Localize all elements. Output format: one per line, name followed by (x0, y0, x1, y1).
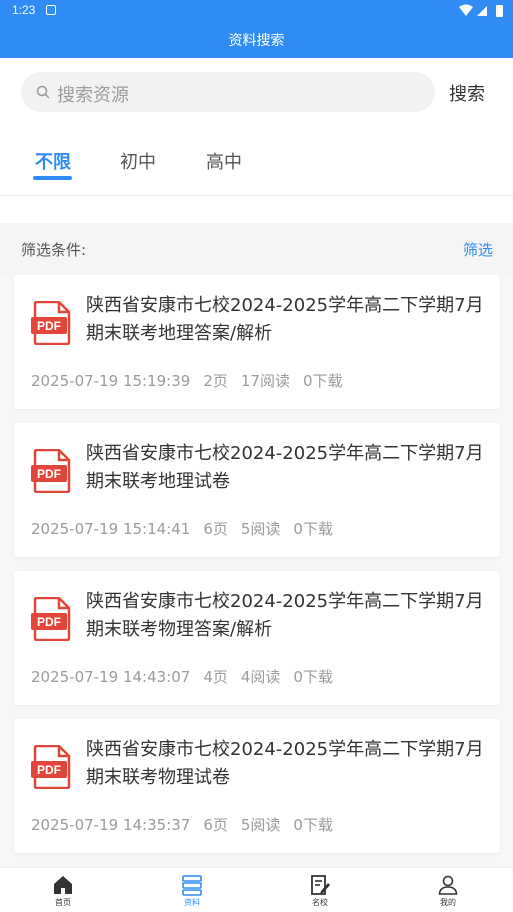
item-pages: 6页 (203, 520, 228, 538)
item-downloads: 0下载 (293, 816, 333, 834)
nav-home[interactable]: 首页 (23, 874, 103, 908)
list-item[interactable]: PDF 陕西省安康市七校2024-2025学年高二下学期7月期末联考物理试卷 2… (14, 719, 500, 853)
bottom-nav: 首页 资料 名校 我的 (0, 867, 513, 912)
svg-text:PDF: PDF (37, 763, 61, 777)
item-title: 陕西省安康市七校2024-2025学年高二下学期7月期末联考地理答案/解析 (86, 295, 484, 344)
item-reads: 5阅读 (240, 520, 281, 538)
item-reads: 4阅读 (240, 668, 281, 686)
tab-senior-high[interactable]: 高中 (206, 148, 242, 174)
filter-bar: 筛选条件: 筛选 (0, 223, 513, 275)
svg-text:PDF: PDF (37, 615, 61, 629)
active-tab-indicator (33, 176, 72, 180)
search-icon (36, 85, 50, 99)
system-status-icons (459, 4, 503, 17)
nav-label: 资料 (184, 898, 200, 907)
signal-icon (477, 6, 487, 16)
list-item[interactable]: PDF 陕西省安康市七校2024-2025学年高二下学期7月期末联考物理答案/解… (14, 571, 500, 705)
list-item[interactable]: PDF 陕西省安康市七校2024-2025学年高二下学期7月期末联考地理答案/解… (14, 275, 500, 409)
status-time: 1:23 (12, 3, 36, 17)
wifi-icon (459, 4, 473, 16)
nav-materials[interactable]: 资料 (152, 874, 232, 908)
nav-schools[interactable]: 名校 (280, 874, 360, 908)
home-icon (54, 876, 72, 894)
search-input[interactable]: 搜索资源 (21, 72, 435, 112)
school-icon (311, 875, 330, 895)
item-reads: 17阅读 (240, 372, 290, 390)
divider (0, 195, 513, 196)
materials-icon (182, 875, 202, 896)
battery-icon (496, 5, 503, 17)
list-item[interactable]: PDF 陕西省安康市七校2024-2025学年高二下学期7月期末联考地理试卷 2… (14, 423, 500, 557)
resource-list: PDF 陕西省安康市七校2024-2025学年高二下学期7月期末联考地理答案/解… (0, 275, 513, 867)
tab-junior-high[interactable]: 初中 (120, 148, 156, 174)
pdf-icon: PDF (31, 597, 71, 641)
item-date: 2025-07-19 15:14:41 (31, 520, 191, 538)
nav-label: 首页 (55, 898, 71, 907)
item-reads: 5阅读 (240, 816, 281, 834)
nav-label: 我的 (440, 898, 456, 907)
item-date: 2025-07-19 14:35:37 (31, 816, 191, 834)
item-meta: 2025-07-19 14:43:07 4页 4阅读 0下载 (31, 666, 346, 687)
nav-label: 名校 (312, 898, 328, 907)
notification-icon (46, 5, 56, 15)
nav-profile[interactable]: 我的 (408, 874, 488, 908)
svg-text:PDF: PDF (37, 467, 61, 481)
item-date: 2025-07-19 14:43:07 (31, 668, 191, 686)
item-meta: 2025-07-19 15:19:39 2页 17阅读 0下载 (31, 370, 356, 391)
item-downloads: 0下载 (302, 372, 343, 390)
pdf-icon: PDF (31, 449, 71, 493)
page-title: 资料搜索 (228, 33, 285, 49)
item-downloads: 0下载 (293, 520, 333, 538)
app-bar: 资料搜索 (0, 22, 513, 58)
item-meta: 2025-07-19 14:35:37 6页 5阅读 0下载 (31, 814, 346, 835)
item-meta: 2025-07-19 15:14:41 6页 5阅读 0下载 (31, 518, 346, 539)
item-pages: 4页 (203, 668, 228, 686)
search-button[interactable]: 搜索 (449, 80, 485, 106)
item-title: 陕西省安康市七校2024-2025学年高二下学期7月期末联考物理答案/解析 (86, 591, 484, 640)
profile-icon (438, 875, 458, 895)
item-pages: 2页 (203, 372, 228, 390)
filter-button[interactable]: 筛选 (463, 239, 493, 260)
search-placeholder: 搜索资源 (57, 85, 129, 106)
item-downloads: 0下载 (293, 668, 333, 686)
svg-text:PDF: PDF (37, 319, 61, 333)
item-pages: 6页 (203, 816, 228, 834)
item-date: 2025-07-19 15:19:39 (31, 372, 191, 390)
tab-all[interactable]: 不限 (35, 148, 71, 174)
status-bar: 1:23 (0, 0, 513, 22)
item-title: 陕西省安康市七校2024-2025学年高二下学期7月期末联考地理试卷 (86, 443, 484, 492)
pdf-icon: PDF (31, 301, 71, 345)
pdf-icon: PDF (31, 745, 71, 789)
item-title: 陕西省安康市七校2024-2025学年高二下学期7月期末联考物理试卷 (86, 739, 484, 788)
filter-label: 筛选条件: (21, 241, 87, 259)
